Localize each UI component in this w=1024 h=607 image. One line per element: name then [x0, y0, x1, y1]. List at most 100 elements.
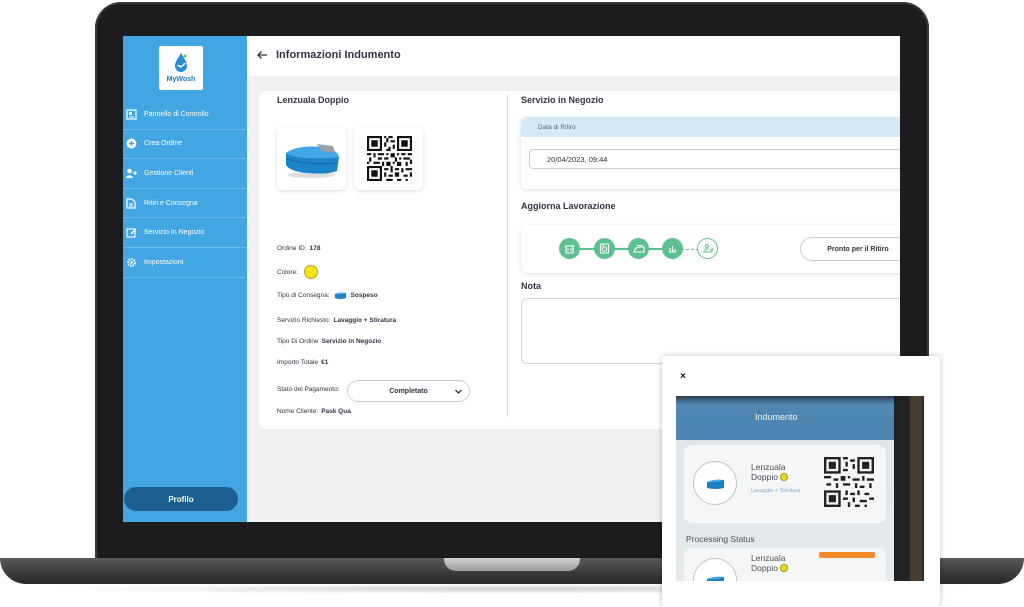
- total-value: €1: [321, 359, 329, 366]
- sidebar-item-label: Pannello di Controllo: [144, 110, 209, 118]
- payment-label: Stato del Pagamento:: [277, 386, 340, 393]
- order-id-value: 178: [309, 245, 321, 252]
- water-drop-icon: [175, 53, 187, 72]
- phone-color-dot: [779, 473, 788, 481]
- gear-icon: [125, 256, 137, 268]
- folded-sheet-icon: [334, 292, 346, 299]
- sidebar-nav: Pannello di Controllo Crea Ordine Gestio…: [123, 100, 247, 278]
- processing-panel: Pronto per il Ritiro: [521, 225, 900, 273]
- brand-name: MyWosh: [166, 76, 196, 83]
- plus-circle-icon: [125, 138, 137, 150]
- customer-label: Nome Cliente:: [277, 408, 319, 415]
- hanger-icon: [669, 246, 676, 253]
- sidebar-item-label: Servizio In Negozio: [144, 229, 205, 237]
- phone-item-avatar: [693, 558, 737, 581]
- order-id-label: Ordine ID:: [277, 245, 307, 252]
- qr-code-card[interactable]: [354, 127, 423, 190]
- phone-item-name: Lenzuala Doppio: [751, 462, 811, 482]
- total-row: Importo Totale €1: [277, 359, 328, 366]
- customer-value: Pask Qua: [321, 408, 351, 415]
- basket-icon: [565, 245, 574, 254]
- payment-row: Stato del Pagamento:: [277, 386, 343, 393]
- photo-shadow: [676, 396, 894, 404]
- profile-button[interactable]: Profilo: [124, 487, 238, 511]
- phone-item-avatar: [693, 461, 737, 505]
- sidebar-item-crea-ordine[interactable]: Crea Ordine: [123, 130, 247, 160]
- sidebar-item-gestione-clienti[interactable]: Gestione Clienti: [123, 159, 247, 189]
- page-title: Informazioni Indumento: [276, 49, 401, 61]
- sidebar-item-ritiri-consegna[interactable]: Ritiri e Consegna: [123, 189, 247, 219]
- note-textarea[interactable]: [521, 298, 900, 364]
- qr-code: [367, 136, 412, 181]
- phone-qr-code: [824, 457, 874, 507]
- delivery-type-value: Sospeso: [350, 292, 378, 299]
- payment-status-value: Completato: [389, 387, 428, 395]
- washing-machine-icon: [599, 243, 610, 254]
- brand-logo[interactable]: MyWosh: [159, 46, 203, 90]
- order-type-row: Tipo Di Ordine Servizio in Negozio: [277, 338, 381, 345]
- step-washing[interactable]: [594, 238, 615, 259]
- total-label: Importo Totale: [277, 359, 319, 366]
- chevron-down-icon: [455, 389, 462, 394]
- phone-item-service: Lavaggio + Stiratura: [751, 488, 801, 494]
- phone-section-title: Processing Status: [686, 534, 755, 544]
- item-title: Lenzuala Doppio: [277, 95, 349, 105]
- phone-item-name: Lenzuala Doppio: [751, 553, 811, 573]
- phone-status-badge: [819, 552, 875, 558]
- sidebar-item-impostazioni[interactable]: Impostazioni: [123, 248, 247, 278]
- folded-sheet-icon: [707, 479, 724, 489]
- order-type-label: Tipo Di Ordine: [277, 338, 319, 345]
- sidebar: MyWosh Pannello di Controllo Crea Ordine: [123, 36, 247, 522]
- back-arrow-icon[interactable]: [255, 48, 269, 62]
- phone-photo: Indumento Lenzuala Doppio Lavaggio + Sti…: [676, 396, 924, 581]
- photo-popup: × Indumento Lenzuala Doppio Lavaggio + S…: [662, 356, 940, 607]
- phone-color-dot: [779, 564, 788, 572]
- sidebar-item-label: Impostazioni: [144, 258, 184, 266]
- step-basket[interactable]: [559, 238, 580, 259]
- payment-status-select[interactable]: Completato: [347, 380, 470, 402]
- sidebar-item-dashboard[interactable]: Pannello di Controllo: [123, 100, 247, 130]
- column-divider: [507, 95, 508, 417]
- sidebar-item-label: Crea Ordine: [144, 140, 183, 148]
- service-value: Lavaggio + Stiratura: [333, 317, 397, 324]
- step-finishing[interactable]: [662, 238, 683, 259]
- document-icon: [125, 197, 137, 209]
- user-add-icon: [125, 167, 137, 179]
- mockup-stage: MyWosh Pannello di Controllo Crea Ordine: [0, 0, 1024, 607]
- service-label: Servizio Richiesto:: [277, 317, 331, 324]
- sidebar-item-label: Ritiri e Consegna: [144, 199, 198, 207]
- delivery-type-row: Tipo di Consegna: Sospeso: [277, 291, 378, 300]
- close-icon[interactable]: ×: [676, 370, 690, 384]
- order-type-value: Servizio in Negozio: [321, 338, 382, 345]
- iron-icon: [632, 244, 645, 253]
- pickup-date-panel: Data di Ritiro 20/04/2023, 09:44: [521, 117, 900, 189]
- sidebar-item-servizio-negozio[interactable]: Servizio In Negozio: [123, 218, 247, 248]
- step-delivery[interactable]: [697, 238, 718, 259]
- phone-bezel-edge: [910, 396, 922, 581]
- folded-sheet-icon: [707, 576, 724, 581]
- processing-title: Aggiorna Lavorazione: [521, 201, 616, 211]
- phone-item-card: Lenzuala Doppio Lavaggio + Stiratura: [684, 445, 886, 523]
- edit-icon: [125, 227, 137, 239]
- color-row: Colore:: [277, 265, 318, 279]
- color-label: Colore:: [277, 268, 298, 276]
- delivery-type-label: Tipo di Consegna:: [277, 292, 330, 299]
- pickup-date-input[interactable]: 20/04/2023, 09:44: [529, 149, 900, 169]
- customer-row: Nome Cliente: Pask Qua: [277, 408, 351, 415]
- pickup-date-label: Data di Ritiro: [521, 117, 900, 137]
- phone-screen: Indumento Lenzuala Doppio Lavaggio + Sti…: [676, 396, 894, 581]
- delivery-icon: [702, 244, 714, 253]
- ready-for-pickup-button[interactable]: Pronto per il Ritiro: [800, 237, 900, 261]
- laptop-notch: [444, 558, 580, 571]
- service-row: Servizio Richiesto: Lavaggio + Stiratura: [277, 317, 396, 324]
- page-header: Informazioni Indumento: [247, 36, 900, 76]
- color-swatch: [303, 265, 318, 279]
- step-connector: [569, 248, 669, 250]
- phone-header-title: Indumento: [755, 412, 798, 422]
- service-title: Servizio in Negozio: [521, 95, 604, 105]
- phone-status-card: Lenzuala Doppio: [684, 548, 886, 581]
- garment-image[interactable]: [277, 127, 346, 190]
- step-ironing[interactable]: [628, 238, 649, 259]
- sidebar-item-label: Gestione Clienti: [144, 169, 194, 177]
- folded-sheet-icon: [285, 144, 339, 178]
